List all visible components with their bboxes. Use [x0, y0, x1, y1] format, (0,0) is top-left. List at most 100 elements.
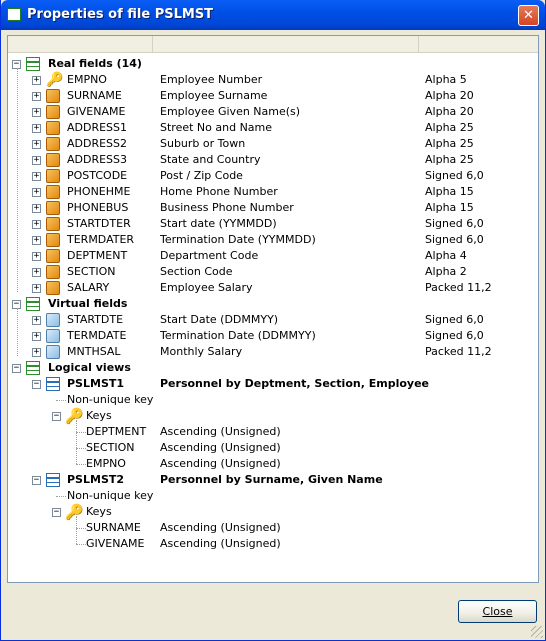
expand-toggle[interactable]: + — [32, 236, 41, 245]
title-bar[interactable]: Properties of file PSLMST ✕ — [1, 0, 545, 30]
real-field-row[interactable]: + SECTION Section Code Alpha 2 — [8, 264, 538, 280]
sort-order: Ascending (Unsigned) — [160, 457, 281, 470]
real-field-row[interactable]: + SALARY Employee Salary Packed 11,2 — [8, 280, 538, 296]
group-logical-views[interactable]: − Logical views — [8, 360, 538, 376]
key-field-row[interactable]: EMPNO Ascending (Unsigned) — [8, 456, 538, 472]
real-field-row[interactable]: + ADDRESS1 Street No and Name Alpha 25 — [8, 120, 538, 136]
expand-toggle[interactable]: + — [32, 92, 41, 101]
collapse-toggle[interactable]: − — [32, 476, 41, 485]
resize-grip[interactable] — [531, 626, 543, 638]
field-name: GIVENAME — [67, 105, 126, 118]
field-description: Termination Date (DDMMYY) — [160, 329, 316, 342]
real-field-row[interactable]: + SURNAME Employee Surname Alpha 20 — [8, 88, 538, 104]
sort-order: Ascending (Unsigned) — [160, 425, 281, 438]
column-header-name[interactable] — [8, 36, 153, 52]
expand-toggle[interactable]: + — [32, 76, 41, 85]
sort-order: Ascending (Unsigned) — [160, 537, 281, 550]
keys-row[interactable]: − 🔑 Keys — [8, 408, 538, 424]
key-field-row[interactable]: SECTION Ascending (Unsigned) — [8, 440, 538, 456]
column-header-description[interactable] — [153, 36, 419, 52]
collapse-toggle[interactable]: − — [12, 364, 21, 373]
expand-toggle[interactable]: + — [32, 316, 41, 325]
expand-toggle[interactable]: + — [32, 220, 41, 229]
field-description: Monthly Salary — [160, 345, 243, 358]
virtual-field-row[interactable]: + STARTDTE Start Date (DDMMYY) Signed 6,0 — [8, 312, 538, 328]
expand-toggle[interactable]: + — [32, 284, 41, 293]
key-field-row[interactable]: SURNAME Ascending (Unsigned) — [8, 520, 538, 536]
real-field-icon — [46, 201, 60, 215]
group-real-fields[interactable]: − Real fields (14) — [8, 56, 538, 72]
key-icon: 🔑 — [65, 503, 84, 521]
expand-toggle[interactable]: + — [32, 140, 41, 149]
close-window-button[interactable]: ✕ — [518, 5, 539, 26]
field-tree-panel[interactable]: − Real fields (14) + 🔑 EMPNO Employee Number A… — [7, 35, 539, 583]
real-field-row[interactable]: + POSTCODE Post / Zip Code Signed 6,0 — [8, 168, 538, 184]
sort-order: Ascending (Unsigned) — [160, 441, 281, 454]
field-name: DEPTMENT — [67, 249, 128, 262]
collapse-toggle[interactable]: − — [52, 412, 61, 421]
field-type: Signed 6,0 — [425, 233, 484, 246]
logical-view-row[interactable]: − PSLMST2 Personnel by Surname, Given Name — [8, 472, 538, 488]
real-field-row[interactable]: + PHONEHME Home Phone Number Alpha 15 — [8, 184, 538, 200]
table-icon — [26, 57, 40, 71]
tree-line — [17, 68, 18, 292]
field-type: Alpha 20 — [425, 105, 474, 118]
column-header — [8, 36, 538, 53]
uniqueness-row[interactable]: Non-unique key — [8, 392, 538, 408]
field-description: Start Date (DDMMYY) — [160, 313, 279, 326]
uniqueness-row[interactable]: Non-unique key — [8, 488, 538, 504]
collapse-toggle[interactable]: − — [52, 508, 61, 517]
real-field-row[interactable]: + DEPTMENT Department Code Alpha 4 — [8, 248, 538, 264]
expand-toggle[interactable]: + — [32, 204, 41, 213]
group-virtual-fields[interactable]: − Virtual fields — [8, 296, 538, 312]
real-field-row[interactable]: + 🔑 EMPNO Employee Number Alpha 5 — [8, 72, 538, 88]
close-button[interactable]: Close — [458, 600, 537, 623]
tree-line — [76, 516, 77, 544]
real-field-row[interactable]: + PHONEBUS Business Phone Number Alpha 15 — [8, 200, 538, 216]
real-field-row[interactable]: + STARTDTER Start date (YYMMDD) Signed 6,0 — [8, 216, 538, 232]
virtual-field-row[interactable]: + TERMDATE Termination Date (DDMMYY) Signed… — [8, 328, 538, 344]
view-description: Personnel by Deptment, Section, Employee — [160, 377, 429, 390]
expand-toggle[interactable]: + — [32, 332, 41, 341]
field-type: Alpha 2 — [425, 265, 467, 278]
window-title: Properties of file PSLMST — [27, 7, 214, 22]
real-field-row[interactable]: + ADDRESS3 State and Country Alpha 25 — [8, 152, 538, 168]
field-type: Signed 6,0 — [425, 169, 484, 182]
expand-toggle[interactable]: + — [32, 156, 41, 165]
expand-toggle[interactable]: + — [32, 252, 41, 261]
view-name: PSLMST1 — [67, 377, 125, 390]
key-field-row[interactable]: DEPTMENT Ascending (Unsigned) — [8, 424, 538, 440]
expand-toggle[interactable]: + — [32, 172, 41, 181]
real-field-row[interactable]: + TERMDATER Termination Date (YYMMDD) Signe… — [8, 232, 538, 248]
tree-line — [76, 464, 86, 465]
real-field-icon — [46, 185, 60, 199]
properties-window: Properties of file PSLMST ✕ − Real fields… — [0, 0, 546, 641]
field-type: Packed 11,2 — [425, 345, 492, 358]
field-name: EMPNO — [67, 73, 107, 86]
real-field-icon — [46, 121, 60, 135]
keys-row[interactable]: − 🔑 Keys — [8, 504, 538, 520]
group-label: Virtual fields — [48, 297, 128, 310]
tree-line — [56, 496, 66, 497]
expand-toggle[interactable]: + — [32, 124, 41, 133]
real-field-icon — [46, 249, 60, 263]
expand-toggle[interactable]: + — [32, 348, 41, 357]
field-type: Alpha 25 — [425, 137, 474, 150]
expand-toggle[interactable]: + — [32, 268, 41, 277]
collapse-toggle[interactable]: − — [32, 380, 41, 389]
column-header-type[interactable] — [419, 36, 538, 52]
logical-view-row[interactable]: − PSLMST1 Personnel by Deptment, Section, … — [8, 376, 538, 392]
expand-toggle[interactable]: + — [32, 108, 41, 117]
key-field-row[interactable]: GIVENAME Ascending (Unsigned) — [8, 536, 538, 552]
field-description: Home Phone Number — [160, 185, 278, 198]
field-name: ADDRESS2 — [67, 137, 128, 150]
group-label: Logical views — [48, 361, 131, 374]
virtual-field-row[interactable]: + MNTHSAL Monthly Salary Packed 11,2 — [8, 344, 538, 360]
key-field-name: SECTION — [86, 441, 135, 454]
key-field-name: EMPNO — [86, 457, 126, 470]
real-field-row[interactable]: + GIVENAME Employee Given Name(s) Alpha 20 — [8, 104, 538, 120]
virtual-field-icon — [46, 313, 60, 327]
real-field-row[interactable]: + ADDRESS2 Suburb or Town Alpha 25 — [8, 136, 538, 152]
expand-toggle[interactable]: + — [32, 188, 41, 197]
tree-line — [76, 448, 86, 449]
